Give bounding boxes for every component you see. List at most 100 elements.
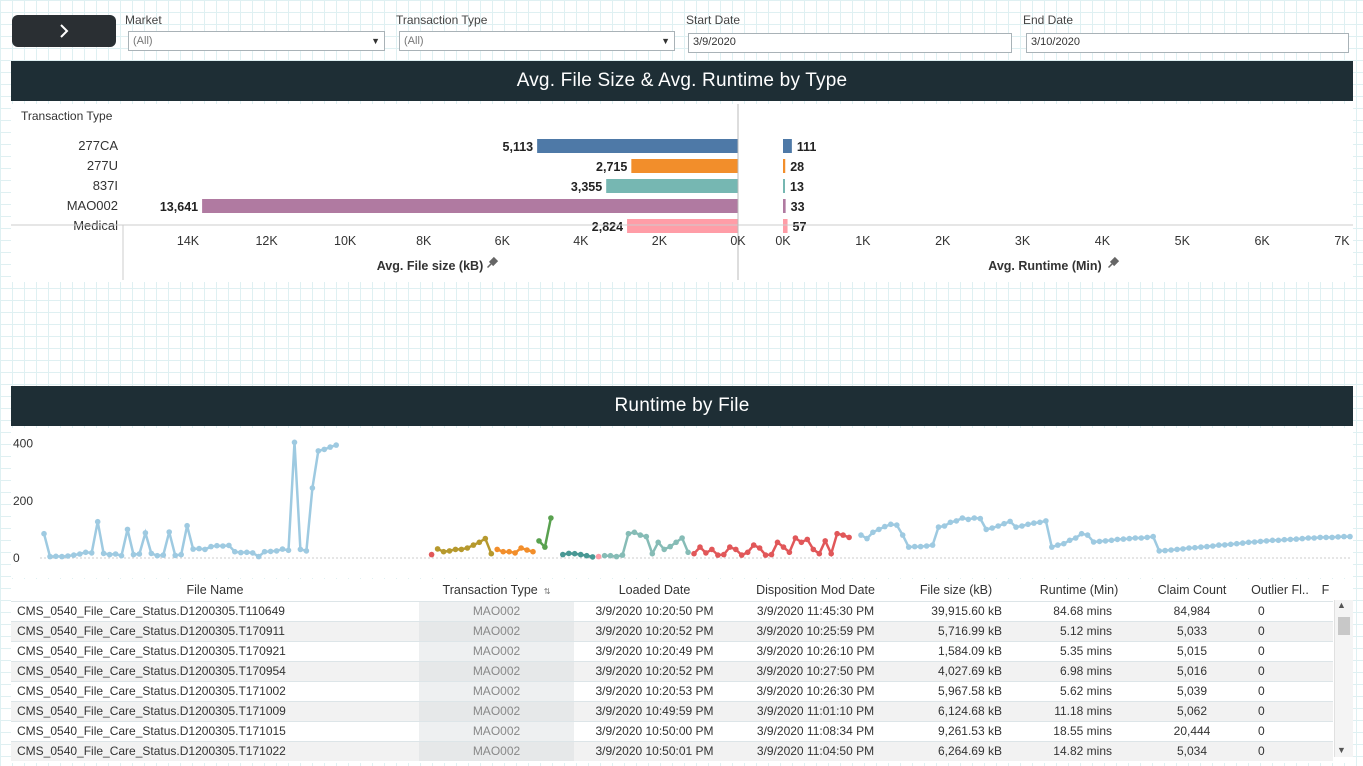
runtime-point[interactable] (1222, 542, 1228, 548)
runtime-point[interactable] (130, 551, 137, 558)
runtime-point[interactable] (94, 518, 101, 525)
runtime-point[interactable] (512, 550, 518, 556)
runtime-point[interactable] (1031, 520, 1037, 526)
runtime-point[interactable] (506, 548, 512, 555)
runtime-point[interactable] (446, 548, 453, 554)
runtime-point[interactable] (1323, 534, 1329, 541)
column-header[interactable]: Transaction Type ⇅ (419, 579, 574, 601)
runtime-bar[interactable] (783, 139, 792, 153)
expand-panel-button[interactable] (12, 15, 116, 47)
runtime-point[interactable] (1037, 519, 1043, 526)
runtime-point[interactable] (589, 554, 596, 560)
runtime-point[interactable] (1162, 547, 1168, 554)
runtime-point[interactable] (1049, 544, 1055, 550)
runtime-point[interactable] (1347, 533, 1353, 540)
runtime-point[interactable] (971, 515, 978, 521)
table-row[interactable]: CMS_0540_File_Care_Status.D1200305.T1709… (11, 620, 1333, 641)
runtime-point[interactable] (1126, 535, 1133, 542)
runtime-point[interactable] (154, 552, 161, 559)
runtime-point[interactable] (822, 538, 828, 544)
runtime-point[interactable] (816, 550, 823, 557)
runtime-point[interactable] (1299, 535, 1306, 542)
runtime-point[interactable] (959, 515, 966, 521)
runtime-point[interactable] (226, 542, 232, 549)
runtime-point[interactable] (1061, 540, 1067, 547)
runtime-point[interactable] (685, 549, 691, 556)
runtime-point[interactable] (1001, 520, 1007, 527)
runtime-point[interactable] (1245, 539, 1252, 546)
runtime-point[interactable] (524, 547, 530, 553)
file-size-bar[interactable] (202, 199, 738, 213)
runtime-point[interactable] (285, 547, 292, 554)
runtime-point[interactable] (1305, 535, 1312, 541)
runtime-point[interactable] (494, 546, 501, 553)
runtime-point[interactable] (780, 544, 787, 550)
runtime-point[interactable] (888, 521, 894, 528)
runtime-point[interactable] (428, 551, 435, 558)
scrollbar-thumb[interactable] (1338, 617, 1350, 635)
runtime-point[interactable] (208, 543, 214, 550)
runtime-point[interactable] (476, 539, 483, 546)
runtime-point[interactable] (1287, 536, 1294, 543)
runtime-point[interactable] (1192, 544, 1198, 551)
end-date-input[interactable]: 3/10/2020 (1026, 33, 1349, 53)
runtime-point[interactable] (100, 550, 107, 557)
file-size-bar[interactable] (537, 139, 738, 153)
runtime-point[interactable] (548, 515, 554, 521)
runtime-point[interactable] (1275, 537, 1282, 544)
runtime-point[interactable] (750, 542, 757, 548)
runtime-point[interactable] (1084, 532, 1091, 538)
runtime-point[interactable] (798, 539, 805, 546)
runtime-point[interactable] (703, 550, 709, 556)
table-row[interactable]: CMS_0540_File_Care_Status.D1200305.T1710… (11, 680, 1333, 701)
runtime-point[interactable] (846, 534, 852, 541)
runtime-point[interactable] (500, 548, 507, 555)
runtime-point[interactable] (601, 552, 608, 559)
file-size-bar[interactable] (631, 159, 738, 173)
runtime-point[interactable] (178, 551, 184, 558)
runtime-point[interactable] (744, 549, 751, 556)
runtime-point[interactable] (542, 544, 548, 550)
runtime-point[interactable] (1216, 542, 1222, 548)
chevron-down-icon[interactable]: ▼ (1337, 745, 1346, 755)
runtime-point[interactable] (327, 444, 334, 450)
runtime-point[interactable] (1102, 538, 1109, 544)
runtime-point[interactable] (1055, 542, 1061, 548)
runtime-point[interactable] (220, 543, 226, 549)
table-row[interactable]: CMS_0540_File_Care_Status.D1200305.T1106… (11, 600, 1333, 621)
runtime-point[interactable] (1013, 524, 1019, 530)
runtime-point[interactable] (279, 546, 286, 552)
runtime-point[interactable] (1251, 539, 1258, 545)
runtime-point[interactable] (560, 551, 566, 558)
runtime-point[interactable] (1311, 535, 1317, 541)
transaction-type-dropdown[interactable]: (All) ▼ (399, 31, 675, 51)
runtime-point[interactable] (333, 442, 340, 448)
runtime-point[interactable] (804, 536, 811, 543)
runtime-point[interactable] (1263, 538, 1270, 544)
runtime-point[interactable] (1180, 546, 1186, 552)
runtime-point[interactable] (691, 550, 697, 557)
runtime-point[interactable] (899, 532, 906, 538)
runtime-point[interactable] (1096, 538, 1103, 545)
column-header[interactable]: Runtime (Min) (1016, 579, 1142, 601)
runtime-point[interactable] (792, 535, 799, 541)
runtime-point[interactable] (917, 543, 924, 550)
table-scrollbar[interactable]: ▲ ▼ (1334, 600, 1353, 757)
runtime-point[interactable] (1198, 544, 1204, 550)
runtime-point[interactable] (1335, 534, 1341, 540)
runtime-point[interactable] (625, 530, 632, 537)
runtime-point[interactable] (571, 550, 578, 557)
column-header[interactable]: File Name (11, 579, 419, 601)
runtime-point[interactable] (709, 546, 715, 553)
runtime-point[interactable] (59, 553, 65, 560)
runtime-point[interactable] (77, 551, 83, 557)
runtime-point[interactable] (88, 550, 95, 556)
runtime-point[interactable] (762, 552, 769, 558)
runtime-point[interactable] (774, 539, 781, 546)
runtime-point[interactable] (876, 526, 882, 533)
runtime-point[interactable] (112, 551, 119, 557)
runtime-point[interactable] (905, 544, 912, 550)
runtime-point[interactable] (1257, 538, 1264, 545)
table-row[interactable]: CMS_0540_File_Care_Status.D1200305.T1710… (11, 720, 1333, 741)
table-row[interactable]: CMS_0540_File_Care_Status.D1200305.T1709… (11, 640, 1333, 661)
